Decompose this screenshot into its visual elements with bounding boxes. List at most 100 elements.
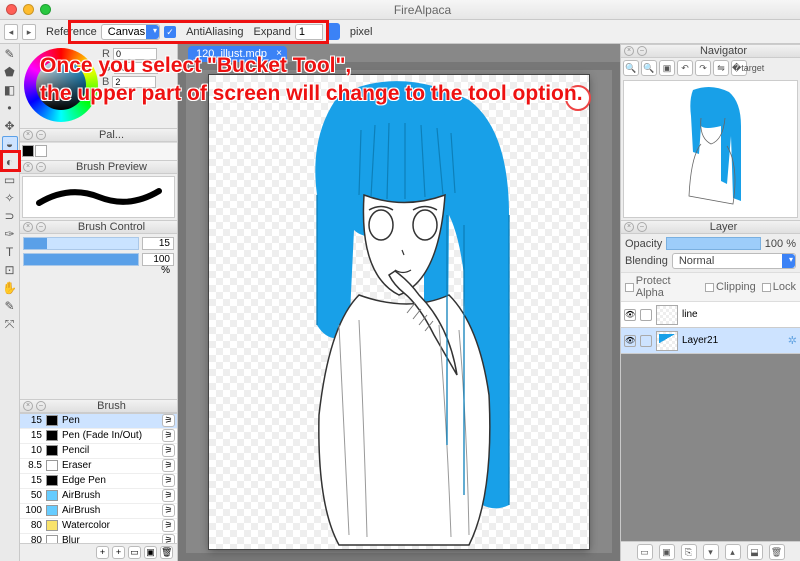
layer-row[interactable]: 👁Layer21✲ xyxy=(621,328,800,354)
move-tool-icon[interactable]: ✥ xyxy=(2,118,18,134)
collapse-icon[interactable]: – xyxy=(637,222,647,232)
brush-settings-icon[interactable]: ⚞ xyxy=(162,504,175,517)
brush-row[interactable]: 80Blur⚞ xyxy=(20,534,177,544)
select-tool-icon[interactable]: ▭ xyxy=(2,172,18,188)
color-wheel[interactable] xyxy=(24,48,98,122)
tool-icon[interactable]: ⤧ xyxy=(2,316,18,332)
tool-icon[interactable]: • xyxy=(2,100,18,116)
lasso-tool-icon[interactable]: ⊃ xyxy=(2,208,18,224)
brush-row[interactable]: 15Pen (Fade In/Out)⚞ xyxy=(20,429,177,444)
close-icon[interactable]: × xyxy=(23,130,33,140)
brush-settings-icon[interactable]: ⚞ xyxy=(162,489,175,502)
rotate-right-icon[interactable]: ↷ xyxy=(695,60,711,76)
delete-brush-button[interactable]: 🗑 xyxy=(160,546,173,559)
tool-icon[interactable]: ⬟ xyxy=(2,64,18,80)
flip-icon[interactable]: ⇋ xyxy=(713,60,729,76)
fit-icon[interactable]: ▣ xyxy=(659,60,675,76)
add-brush-button[interactable]: + xyxy=(96,546,109,559)
add-brush-button[interactable]: + xyxy=(112,546,125,559)
brush-settings-icon[interactable]: ⚞ xyxy=(162,519,175,532)
minimize-window-button[interactable] xyxy=(23,4,34,15)
dup-layer-button[interactable]: ⎘ xyxy=(681,544,697,560)
close-icon[interactable]: × xyxy=(624,46,634,56)
reset-icon[interactable]: �target xyxy=(731,60,747,76)
canvas-page[interactable] xyxy=(209,75,589,549)
tool-icon[interactable]: ⊡ xyxy=(2,262,18,278)
clipping-checkbox[interactable]: Clipping xyxy=(705,275,756,299)
text-tool-icon[interactable]: T xyxy=(2,244,18,260)
brush-tool-icon[interactable]: ✎ xyxy=(2,46,18,62)
brush-row[interactable]: 10Pencil⚞ xyxy=(20,444,177,459)
collapse-icon[interactable]: – xyxy=(36,222,46,232)
layer-down-button[interactable]: ▾ xyxy=(703,544,719,560)
eraser-tool-icon[interactable]: ◧ xyxy=(2,82,18,98)
brush-list[interactable]: 15Pen⚞15Pen (Fade In/Out)⚞10Pencil⚞8.5Er… xyxy=(20,413,177,544)
protect-alpha-checkbox[interactable]: Protect Alpha xyxy=(625,275,699,299)
opacity-value[interactable]: 100 % xyxy=(142,253,174,266)
delete-layer-button[interactable]: 🗑 xyxy=(769,544,785,560)
visibility-icon[interactable]: 👁 xyxy=(624,309,636,321)
zoom-in-icon[interactable]: 🔍 xyxy=(623,60,639,76)
pen-tool-icon[interactable]: ✑ xyxy=(2,226,18,242)
r-input[interactable] xyxy=(113,48,157,60)
size-value[interactable]: 15 xyxy=(142,237,174,250)
blending-select[interactable]: Normal xyxy=(672,253,796,269)
brush-folder-button[interactable]: ▣ xyxy=(144,546,157,559)
new-layer-button[interactable]: ▭ xyxy=(637,544,653,560)
dup-brush-button[interactable]: ▭ xyxy=(128,546,141,559)
hand-tool-icon[interactable]: ✋ xyxy=(2,280,18,296)
size-slider[interactable] xyxy=(23,237,139,250)
canvas-viewport[interactable] xyxy=(186,70,612,553)
rotate-left-icon[interactable]: ↶ xyxy=(677,60,693,76)
brush-row[interactable]: 15Pen⚞ xyxy=(20,414,177,429)
brush-row[interactable]: 100AirBrush⚞ xyxy=(20,504,177,519)
collapse-icon[interactable]: – xyxy=(637,46,647,56)
bucket-tool-icon[interactable]: ◒ xyxy=(2,136,18,152)
history-back-button[interactable]: ◂ xyxy=(4,24,18,40)
collapse-icon[interactable]: – xyxy=(36,401,46,411)
collapse-icon[interactable]: – xyxy=(36,130,46,140)
close-icon[interactable]: × xyxy=(23,401,33,411)
reference-select[interactable]: Canvas xyxy=(101,24,160,40)
brush-row[interactable]: 50AirBrush⚞ xyxy=(20,489,177,504)
history-forward-button[interactable]: ▸ xyxy=(22,24,36,40)
opacity-slider[interactable] xyxy=(23,253,139,266)
brush-row[interactable]: 15Edge Pen⚞ xyxy=(20,474,177,489)
brush-settings-icon[interactable]: ⚞ xyxy=(162,474,175,487)
layer-row[interactable]: 👁line xyxy=(621,302,800,328)
collapse-icon[interactable]: – xyxy=(36,162,46,172)
layer-list[interactable]: 👁line👁Layer21✲ xyxy=(621,302,800,541)
gradient-tool-icon[interactable]: ◐ xyxy=(2,154,18,170)
merge-button[interactable]: ⬓ xyxy=(747,544,763,560)
expand-input[interactable] xyxy=(295,24,323,40)
expand-stepper[interactable] xyxy=(327,23,340,40)
antialias-checkbox[interactable]: ✓ xyxy=(164,26,176,38)
close-icon[interactable]: × xyxy=(23,162,33,172)
brush-row[interactable]: 80Watercolor⚞ xyxy=(20,519,177,534)
brush-settings-icon[interactable]: ⚞ xyxy=(162,444,175,457)
close-window-button[interactable] xyxy=(6,4,17,15)
brush-row[interactable]: 8.5Eraser⚞ xyxy=(20,459,177,474)
document-tab[interactable]: 120_illust.mdp xyxy=(188,46,287,62)
layer-opacity-slider[interactable] xyxy=(666,237,761,250)
navigator-thumbnail[interactable] xyxy=(623,80,798,218)
g-input[interactable] xyxy=(114,62,158,74)
lock-checkbox[interactable]: Lock xyxy=(762,275,796,299)
visibility-icon[interactable]: 👁 xyxy=(624,335,636,347)
gear-icon[interactable]: ✲ xyxy=(788,334,797,347)
palette-chip[interactable] xyxy=(22,145,34,157)
b-input[interactable] xyxy=(112,76,156,88)
brush-settings-icon[interactable]: ⚞ xyxy=(162,459,175,472)
brush-settings-icon[interactable]: ⚞ xyxy=(162,534,175,543)
close-icon[interactable]: × xyxy=(23,222,33,232)
brush-settings-icon[interactable]: ⚞ xyxy=(162,414,175,427)
brush-settings-icon[interactable]: ⚞ xyxy=(162,429,175,442)
wand-tool-icon[interactable]: ✧ xyxy=(2,190,18,206)
new-folder-button[interactable]: ▣ xyxy=(659,544,675,560)
zoom-window-button[interactable] xyxy=(40,4,51,15)
palette-chip[interactable] xyxy=(35,145,47,157)
close-icon[interactable]: × xyxy=(624,222,634,232)
eyedropper-tool-icon[interactable]: ✎ xyxy=(2,298,18,314)
layer-up-button[interactable]: ▴ xyxy=(725,544,741,560)
zoom-out-icon[interactable]: 🔍 xyxy=(641,60,657,76)
